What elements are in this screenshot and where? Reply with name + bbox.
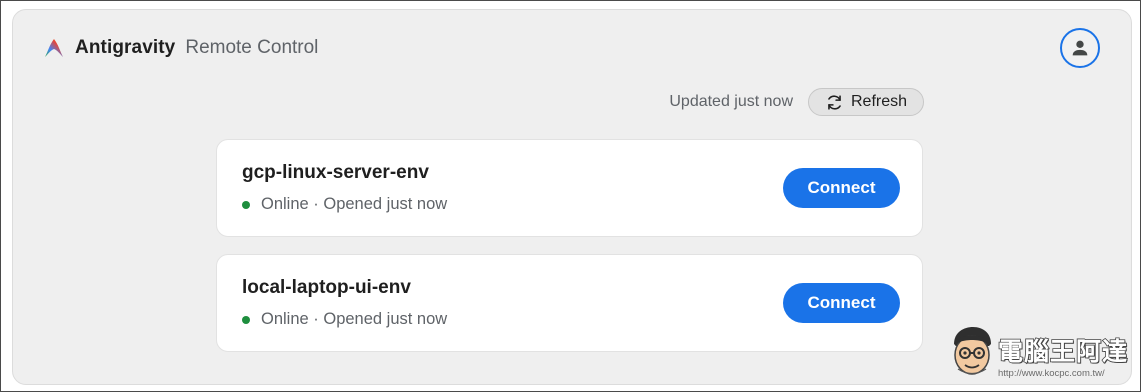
watermark-title: 電腦王阿達 [997, 337, 1129, 367]
online-status-dot-icon [242, 200, 250, 209]
status-text: Online · Opened just now [261, 195, 448, 213]
page-subtitle: Remote Control [185, 37, 319, 58]
environment-card: gcp-linux-server-env Online · Opened jus… [216, 139, 923, 237]
refresh-label: Refresh [850, 93, 908, 110]
online-status-dot-icon [242, 315, 250, 324]
account-icon [1072, 40, 1088, 56]
environment-status: Online · Opened just now [242, 195, 447, 214]
environment-card: local-laptop-ui-env Online · Opened just… [216, 254, 923, 352]
antigravity-logo-icon [45, 39, 63, 57]
watermark-url: http://www.kocpc.com.tw/ [998, 368, 1105, 379]
refresh-button[interactable]: Refresh [808, 88, 924, 116]
connect-button[interactable]: Connect [783, 283, 900, 323]
environment-name: local-laptop-ui-env [242, 277, 411, 298]
last-updated-text: Updated just now [669, 93, 793, 110]
watermark: 電腦王阿達 http://www.kocpc.com.tw/ [948, 324, 1128, 384]
refresh-icon [828, 94, 841, 110]
status-text: Online · Opened just now [261, 310, 448, 328]
mascot-face-icon [954, 327, 991, 375]
brand: Antigravity Remote Control [43, 34, 318, 62]
brand-name: Antigravity [75, 37, 176, 58]
environment-status: Online · Opened just now [242, 310, 447, 329]
account-button[interactable] [1060, 28, 1100, 68]
connect-button[interactable]: Connect [783, 168, 900, 208]
environment-name: gcp-linux-server-env [242, 162, 429, 183]
